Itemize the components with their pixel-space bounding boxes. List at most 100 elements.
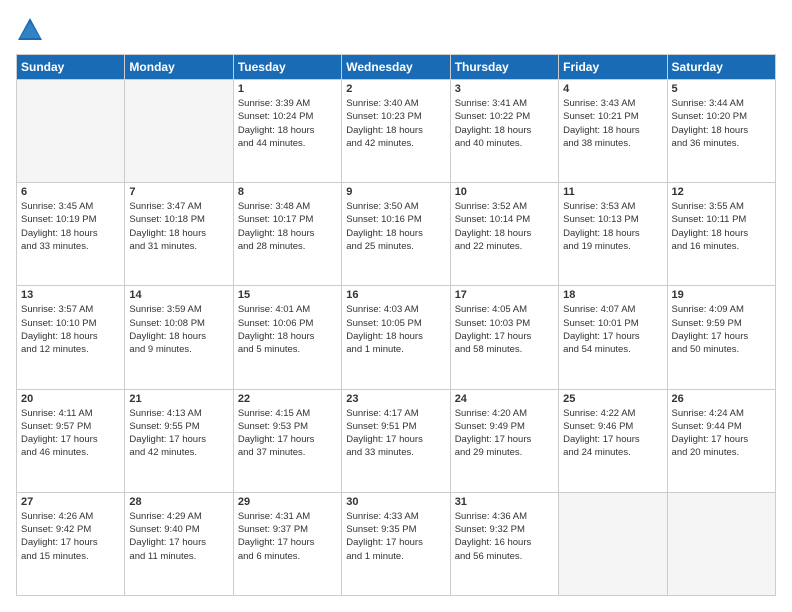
calendar-cell [667, 492, 775, 595]
week-row-1: 1 Sunrise: 3:39 AM Sunset: 10:24 PM Dayli… [17, 80, 776, 183]
page: SundayMondayTuesdayWednesdayThursdayFrid… [0, 0, 792, 612]
day-number: 30 [346, 496, 445, 508]
calendar-cell: 12Sunrise: 3:55 AM Sunset: 10:11 PM Dayl… [667, 183, 775, 286]
day-number: 15 [238, 289, 337, 301]
day-number: 29 [238, 496, 337, 508]
day-info: Sunrise: 3:39 AM Sunset: 10:24 PM Daylig… [238, 97, 337, 150]
day-info: Sunrise: 4:24 AM Sunset: 9:44 PM Dayligh… [672, 407, 771, 460]
calendar-cell [17, 80, 125, 183]
day-info: Sunrise: 4:20 AM Sunset: 9:49 PM Dayligh… [455, 407, 554, 460]
day-number: 2 [346, 83, 445, 95]
day-number: 6 [21, 186, 120, 198]
calendar-cell: 10 Sunrise: 3:52 AM Sunset: 10:14 PM Dayl… [450, 183, 558, 286]
day-info: Sunrise: 4:29 AM Sunset: 9:40 PM Dayligh… [129, 510, 228, 563]
day-number: 23 [346, 393, 445, 405]
calendar-cell: 4 Sunrise: 3:43 AM Sunset: 10:21 PM Dayli… [559, 80, 667, 183]
day-info: Sunrise: 4:17 AM Sunset: 9:51 PM Dayligh… [346, 407, 445, 460]
week-row-5: 27 Sunrise: 4:26 AM Sunset: 9:42 PM Dayli… [17, 492, 776, 595]
calendar-cell: 18 Sunrise: 4:07 AM Sunset: 10:01 PM Dayl… [559, 286, 667, 389]
calendar-cell: 24 Sunrise: 4:20 AM Sunset: 9:49 PM Dayli… [450, 389, 558, 492]
day-info: Sunrise: 4:11 AM Sunset: 9:57 PM Dayligh… [21, 407, 120, 460]
day-info: Sunrise: 4:09 AM Sunset: 9:59 PM Dayligh… [672, 303, 771, 356]
day-number: 17 [455, 289, 554, 301]
logo-icon [16, 16, 44, 44]
week-row-3: 13 Sunrise: 3:57 AM Sunset: 10:10 PM Dayl… [17, 286, 776, 389]
weekday-header-sunday: Sunday [17, 55, 125, 80]
day-info: Sunrise: 3:59 AM Sunset: 10:08 PM Daylig… [129, 303, 228, 356]
day-number: 20 [21, 393, 120, 405]
calendar-cell: 7 Sunrise: 3:47 AM Sunset: 10:18 PM Dayli… [125, 183, 233, 286]
day-number: 14 [129, 289, 228, 301]
day-info: Sunrise: 3:57 AM Sunset: 10:10 PM Daylig… [21, 303, 120, 356]
day-number: 13 [21, 289, 120, 301]
calendar-cell: 19 Sunrise: 4:09 AM Sunset: 9:59 PM Dayli… [667, 286, 775, 389]
calendar-cell: 17 Sunrise: 4:05 AM Sunset: 10:03 PM Dayl… [450, 286, 558, 389]
day-number: 7 [129, 186, 228, 198]
day-number: 19 [672, 289, 771, 301]
calendar: SundayMondayTuesdayWednesdayThursdayFrid… [16, 54, 776, 596]
calendar-cell: 30 Sunrise: 4:33 AM Sunset: 9:35 PM Dayli… [342, 492, 450, 595]
day-number: 9 [346, 186, 445, 198]
calendar-cell: 31 Sunrise: 4:36 AM Sunset: 9:32 PM Dayli… [450, 492, 558, 595]
day-info: Sunrise: 4:26 AM Sunset: 9:42 PM Dayligh… [21, 510, 120, 563]
header [16, 16, 776, 44]
calendar-cell: 25 Sunrise: 4:22 AM Sunset: 9:46 PM Dayli… [559, 389, 667, 492]
calendar-cell: 6 Sunrise: 3:45 AM Sunset: 10:19 PM Dayli… [17, 183, 125, 286]
calendar-cell: 2Sunrise: 3:40 AM Sunset: 10:23 PM Dayli… [342, 80, 450, 183]
day-number: 21 [129, 393, 228, 405]
calendar-cell: 16 Sunrise: 4:03 AM Sunset: 10:05 PM Dayl… [342, 286, 450, 389]
day-number: 27 [21, 496, 120, 508]
week-row-4: 20 Sunrise: 4:11 AM Sunset: 9:57 PM Dayli… [17, 389, 776, 492]
day-number: 8 [238, 186, 337, 198]
day-info: Sunrise: 3:48 AM Sunset: 10:17 PM Daylig… [238, 200, 337, 253]
day-info: Sunrise: 4:07 AM Sunset: 10:01 PM Daylig… [563, 303, 662, 356]
day-number: 26 [672, 393, 771, 405]
calendar-cell: 23 Sunrise: 4:17 AM Sunset: 9:51 PM Dayli… [342, 389, 450, 492]
day-info: Sunrise: 3:50 AM Sunset: 10:16 PM Daylig… [346, 200, 445, 253]
day-number: 16 [346, 289, 445, 301]
day-info: Sunrise: 4:05 AM Sunset: 10:03 PM Daylig… [455, 303, 554, 356]
day-info: Sunrise: 4:22 AM Sunset: 9:46 PM Dayligh… [563, 407, 662, 460]
day-info: Sunrise: 4:03 AM Sunset: 10:05 PM Daylig… [346, 303, 445, 356]
weekday-header-row: SundayMondayTuesdayWednesdayThursdayFrid… [17, 55, 776, 80]
day-info: Sunrise: 4:36 AM Sunset: 9:32 PM Dayligh… [455, 510, 554, 563]
day-number: 5 [672, 83, 771, 95]
logo [16, 16, 48, 44]
weekday-header-thursday: Thursday [450, 55, 558, 80]
weekday-header-saturday: Saturday [667, 55, 775, 80]
day-number: 12 [672, 186, 771, 198]
calendar-cell: 14 Sunrise: 3:59 AM Sunset: 10:08 PM Dayl… [125, 286, 233, 389]
day-info: Sunrise: 3:41 AM Sunset: 10:22 PM Daylig… [455, 97, 554, 150]
calendar-cell: 26 Sunrise: 4:24 AM Sunset: 9:44 PM Dayli… [667, 389, 775, 492]
day-number: 3 [455, 83, 554, 95]
calendar-cell: 11Sunrise: 3:53 AM Sunset: 10:13 PM Dayl… [559, 183, 667, 286]
day-number: 18 [563, 289, 662, 301]
calendar-cell: 20 Sunrise: 4:11 AM Sunset: 9:57 PM Dayli… [17, 389, 125, 492]
day-info: Sunrise: 4:01 AM Sunset: 10:06 PM Daylig… [238, 303, 337, 356]
calendar-cell: 9 Sunrise: 3:50 AM Sunset: 10:16 PM Dayli… [342, 183, 450, 286]
calendar-cell [125, 80, 233, 183]
calendar-cell: 13 Sunrise: 3:57 AM Sunset: 10:10 PM Dayl… [17, 286, 125, 389]
day-info: Sunrise: 3:45 AM Sunset: 10:19 PM Daylig… [21, 200, 120, 253]
day-info: Sunrise: 4:33 AM Sunset: 9:35 PM Dayligh… [346, 510, 445, 563]
day-number: 22 [238, 393, 337, 405]
calendar-cell: 27 Sunrise: 4:26 AM Sunset: 9:42 PM Dayli… [17, 492, 125, 595]
week-row-2: 6 Sunrise: 3:45 AM Sunset: 10:19 PM Dayli… [17, 183, 776, 286]
day-number: 28 [129, 496, 228, 508]
day-info: Sunrise: 3:43 AM Sunset: 10:21 PM Daylig… [563, 97, 662, 150]
day-number: 10 [455, 186, 554, 198]
day-number: 4 [563, 83, 662, 95]
calendar-cell: 22Sunrise: 4:15 AM Sunset: 9:53 PM Dayli… [233, 389, 341, 492]
day-number: 24 [455, 393, 554, 405]
weekday-header-wednesday: Wednesday [342, 55, 450, 80]
day-info: Sunrise: 4:13 AM Sunset: 9:55 PM Dayligh… [129, 407, 228, 460]
weekday-header-monday: Monday [125, 55, 233, 80]
day-number: 1 [238, 83, 337, 95]
day-number: 25 [563, 393, 662, 405]
day-number: 31 [455, 496, 554, 508]
calendar-cell: 21 Sunrise: 4:13 AM Sunset: 9:55 PM Dayli… [125, 389, 233, 492]
calendar-cell: 15 Sunrise: 4:01 AM Sunset: 10:06 PM Dayl… [233, 286, 341, 389]
day-info: Sunrise: 3:53 AM Sunset: 10:13 PM Daylig… [563, 200, 662, 253]
day-info: Sunrise: 3:47 AM Sunset: 10:18 PM Daylig… [129, 200, 228, 253]
day-info: Sunrise: 3:52 AM Sunset: 10:14 PM Daylig… [455, 200, 554, 253]
